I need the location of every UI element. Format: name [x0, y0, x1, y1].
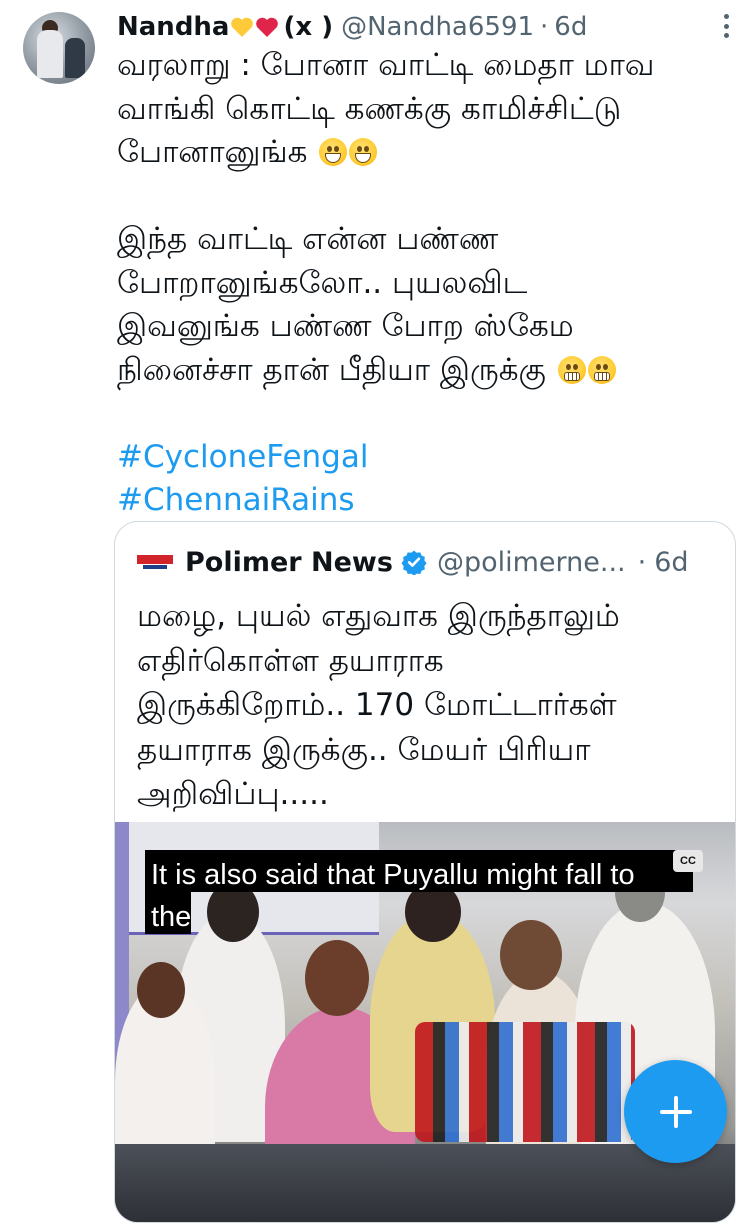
compose-button[interactable] [624, 1060, 727, 1163]
tweet-line: இந்த வாட்டி என்ன பண்ண [117, 221, 499, 257]
grinning-face-icon [319, 138, 348, 166]
hashtag-chennairains[interactable]: #ChennaiRains [117, 482, 355, 518]
quoted-tweet-body: மழை, புயல் எதுவாக இருந்தாலும் எதிர்கொள்ள… [137, 594, 717, 817]
quoted-line: மழை, புயல் எதுவாக இருந்தாலும் [137, 598, 620, 634]
hashtag-cyclonefengal[interactable]: #CycloneFengal [117, 439, 368, 475]
time-separator: · [540, 12, 549, 42]
time-separator: · [637, 546, 647, 578]
quoted-line: எதிர்கொள்ள தயாராக [137, 642, 444, 679]
more-options-icon[interactable] [714, 14, 738, 38]
quoted-author-handle: @polimerne... [436, 546, 626, 578]
tweet-line: வரலாறு : போனா வாட்டி மைதா மாவ [117, 47, 655, 83]
red-heart-icon [256, 17, 279, 37]
tweet-line: இவனுங்க பண்ண போற ஸ்கேம [117, 308, 574, 344]
author-name[interactable]: Nandha [117, 12, 229, 42]
grimacing-face-icon [557, 355, 586, 384]
grimacing-face-icon [587, 355, 616, 384]
tweet-line: போறானுங்கலோ.. புயலவிட [117, 264, 528, 301]
tweet-body: வரலாறு : போனா வாட்டி மைதா மாவ வாங்கி கொட… [117, 44, 737, 523]
video-player[interactable]: It is also said that Puyallu might fall … [115, 822, 735, 1222]
quoted-author-name: Polimer News [185, 546, 393, 578]
author-handle[interactable]: @Nandha6591 [341, 12, 534, 42]
tweet-header: Nandha (x ) @Nandha6591 · 6d [117, 10, 716, 44]
tweet-line: நினைச்சா தான் பீதியா இருக்கு [117, 349, 737, 393]
tweet-line: வாங்கி கொட்டி கணக்கு காமிச்சிட்டு [117, 90, 622, 127]
quoted-tweet-time: 6d [654, 546, 689, 578]
yellow-heart-icon [231, 17, 254, 37]
closed-captions-icon[interactable]: CC [673, 850, 703, 872]
grinning-face-icon [349, 138, 378, 166]
plus-icon [659, 1095, 692, 1128]
verified-badge-icon [401, 550, 427, 575]
video-caption: It is also said that Puyallu might fall … [151, 854, 711, 938]
tweet-line: போனானுங்க [117, 131, 737, 175]
avatar[interactable] [23, 12, 95, 84]
polimer-logo [137, 551, 173, 573]
caption-line: It is also said that Puyallu might fall … [151, 859, 635, 891]
quoted-line: அறிவிப்பு..... [137, 776, 329, 812]
quoted-line: தயாராக இருக்கு.. மேயர் பிரியா [137, 731, 591, 768]
quoted-tweet-header: Polimer News @polimerne... · 6d [137, 544, 715, 580]
tweet-time[interactable]: 6d [554, 12, 587, 42]
author-suffix: (x ) [283, 12, 334, 42]
quoted-line: இருக்கிறோம்.. 170 மோட்டார்கள் [137, 687, 617, 723]
caption-line: the [151, 901, 192, 933]
